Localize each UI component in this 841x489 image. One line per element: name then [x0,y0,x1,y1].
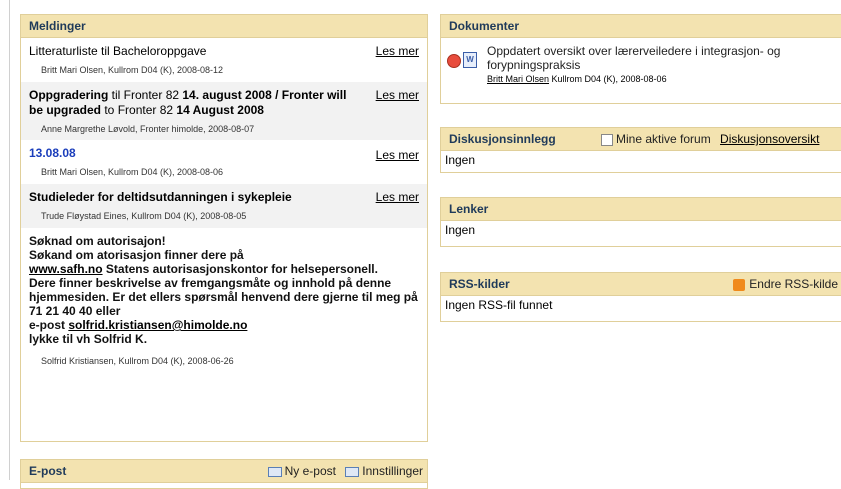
rss-panel: RSS-kilder Endre RSS-kilde Ingen RSS-fil… [440,272,841,322]
diskusjon-panel: Diskusjonsinnlegg Mine aktive forum Disk… [440,127,841,173]
read-more-link[interactable]: Les mer [376,190,419,204]
read-more-link[interactable]: Les mer [376,148,419,162]
rss-body: Ingen RSS-fil funnet [445,298,553,312]
news-item: 13.08.08 Les mer Britt Mari Olsen, Kullr… [21,140,427,184]
news-item-long: Søknad om autorisajon! Søkand om atorisa… [21,228,427,366]
body-line: Søkand om atorisasjon finner dere på [29,248,244,262]
document-author-link[interactable]: Britt Mari Olsen [487,74,549,84]
left-divider [9,0,10,480]
read-more-link[interactable]: Les mer [376,44,419,58]
lenker-panel: Lenker Ingen [440,197,841,247]
news-title[interactable]: 13.08.08 [29,146,419,161]
new-email-link[interactable]: Ny e-post [285,464,336,478]
body-line: Dere finner beskrivelse av fremgangsmåte… [29,276,418,318]
mail-icon [267,466,282,477]
discussion-overview-link[interactable]: Diskusjonsoversikt [720,132,819,146]
news-title: Oppgradering til Fronter 82 14. august 2… [29,88,419,118]
document-item: W Oppdatert oversikt over lærerveiledere… [441,38,841,86]
news-meta: Anne Margrethe Løvold, Fronter himolde, … [41,124,255,134]
meldinger-header: Meldinger [21,15,427,38]
diskusjon-controls: Mine aktive forum Diskusjonsoversikt [601,128,819,150]
epost-panel: E-post Ny e-post Innstillinger [20,459,428,489]
title-part: til Fronter 82 [108,88,183,102]
document-meta: Britt Mari Olsen Kullrom D04 (K), 2008-0… [487,72,841,86]
epost-actions: Ny e-post Innstillinger [267,460,423,482]
edit-rss-link[interactable]: Endre RSS-kilde [749,277,838,291]
title-part: 14 August 2008 [176,103,264,117]
rss-icon [733,278,746,291]
news-item: Litteraturliste til Bacheloroppgave Les … [21,38,427,82]
dokumenter-panel: Dokumenter W Oppdatert oversikt over lær… [440,14,841,104]
rss-header: RSS-kilder Endre RSS-kilde [441,273,841,296]
news-meta: Trude Fløystad Eines, Kullrom D04 (K), 2… [41,211,247,221]
doc-status-icon[interactable] [447,54,461,68]
diskusjon-header: Diskusjonsinnlegg Mine aktive forum Disk… [441,128,841,151]
title-part: to Fronter 82 [101,103,177,117]
body-line: www.safh.no Statens autorisasjonskontor … [29,262,419,276]
rss-title: RSS-kilder [449,277,510,291]
news-title: Studieleder for deltidsutdanningen i syk… [29,190,292,204]
active-forum-label[interactable]: Mine aktive forum [616,132,711,146]
body-line: Søknad om autorisajon! [29,234,166,248]
body-text: Statens autorisasjonskontor for helseper… [102,262,378,276]
news-item: Studieleder for deltidsutdanningen i syk… [21,184,427,228]
diskusjon-body: Ingen [445,153,476,167]
news-meta: Britt Mari Olsen, Kullrom D04 (K), 2008-… [41,167,224,177]
news-title: Litteraturliste til Bacheloroppgave [29,44,207,58]
document-title[interactable]: Oppdatert oversikt over lærerveiledere i… [487,44,841,72]
lenker-body: Ingen [445,223,476,237]
message-body: Søknad om autorisajon! Søkand om atorisa… [29,234,419,346]
rss-controls: Endre RSS-kilde [733,273,838,295]
epost-title: E-post [29,464,67,478]
settings-link[interactable]: Innstillinger [362,464,423,478]
title-part: Oppgradering [29,88,109,102]
meldinger-panel: Meldinger Litteraturliste til Bachelorop… [20,14,428,442]
active-forum-checkbox[interactable] [601,133,613,146]
news-item: Oppgradering til Fronter 82 14. august 2… [21,82,427,140]
email-link[interactable]: solfrid.kristiansen@himolde.no [68,318,247,332]
body-text: e-post [29,318,69,332]
news-meta: Britt Mari Olsen, Kullrom D04 (K), 2008-… [41,65,224,75]
body-line: e-post solfrid.kristiansen@himolde.no [29,318,419,332]
document-meta-text: Kullrom D04 (K), 2008-08-06 [549,74,667,84]
settings-mail-icon [345,466,360,477]
safh-link[interactable]: www.safh.no [29,262,103,276]
word-document-icon[interactable]: W [463,52,477,68]
read-more-link[interactable]: Les mer [376,88,419,102]
news-meta: Solfrid Kristiansen, Kullrom D04 (K), 20… [41,356,234,366]
lenker-header: Lenker [441,198,841,221]
dokumenter-header: Dokumenter [441,15,841,38]
body-line: lykke til vh Solfrid K. [29,332,148,346]
diskusjon-title: Diskusjonsinnlegg [449,132,556,146]
